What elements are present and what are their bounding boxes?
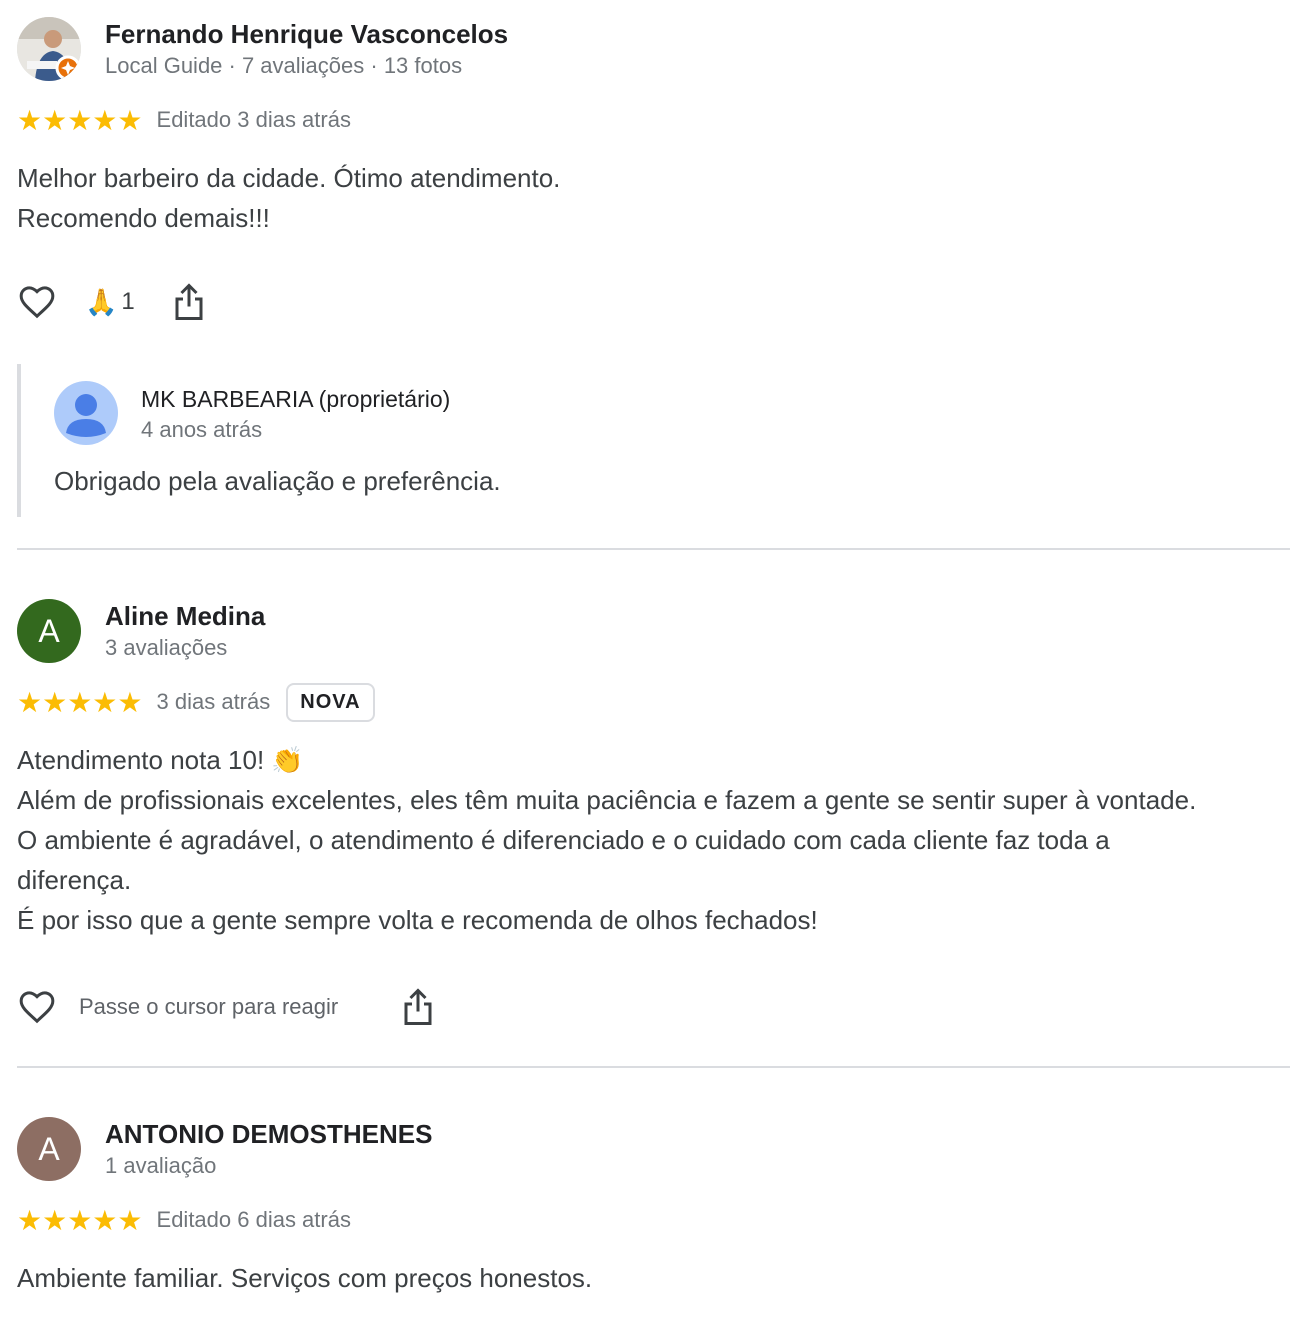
review-date: Editado 3 dias atrás <box>156 107 351 132</box>
review-date: 3 dias atrás <box>156 689 271 714</box>
review-actions: Passe o cursor para reagir <box>17 985 1290 1029</box>
pray-reaction-icon[interactable]: 🙏 <box>85 287 117 318</box>
avatar-letter: A <box>38 1130 60 1167</box>
reaction-count: 1 <box>121 288 135 315</box>
review-text: Melhor barbeiro da cidade. Ótimo atendim… <box>17 158 1290 238</box>
avatar[interactable]: A <box>17 1117 81 1181</box>
heart-icon[interactable] <box>17 987 57 1027</box>
review-text-line: Recomendo demais!!! <box>17 203 270 233</box>
reviewer-name[interactable]: Aline Medina <box>105 599 265 633</box>
review-header: A Aline Medina 3 avaliações <box>17 599 1290 665</box>
review-text-line: Melhor barbeiro da cidade. Ótimo atendim… <box>17 163 561 193</box>
rating-row: ★★★★★ 3 dias atrás NOVA <box>17 682 1290 722</box>
star-rating: ★★★★★ <box>17 104 143 136</box>
review-header: A ANTONIO DEMOSTHENES 1 avaliação <box>17 1117 1290 1183</box>
avatar[interactable] <box>17 17 81 81</box>
rating-row: ★★★★★ Editado 3 dias atrás <box>17 100 1290 140</box>
share-icon[interactable] <box>400 987 436 1027</box>
new-badge: NOVA <box>286 682 375 722</box>
review-text: Ambiente familiar. Serviços com preços h… <box>17 1258 1290 1298</box>
owner-reply: MK BARBEARIA (proprietário) 4 anos atrás… <box>17 364 1290 517</box>
review-text-line: É por isso que a gente sempre volta e re… <box>17 905 818 935</box>
share-icon[interactable] <box>171 282 207 322</box>
reviewer-name[interactable]: ANTONIO DEMOSTHENES <box>105 1117 432 1151</box>
reviewer-meta[interactable]: 3 avaliações <box>105 633 227 663</box>
person-icon <box>66 394 106 437</box>
review-text-line: Atendimento nota 10! 👏 <box>17 745 304 775</box>
owner-name: MK BARBEARIA (proprietário) <box>141 386 451 412</box>
review-actions: 🙏 1 <box>17 280 1290 324</box>
owner-reply-text: Obrigado pela avaliação e preferência. <box>54 466 501 496</box>
reviewer-meta[interactable]: 1 avaliação <box>105 1151 216 1181</box>
reviewer-meta[interactable]: Local Guide · 7 avaliações · 13 fotos <box>105 51 462 81</box>
review-card: Fernando Henrique Vasconcelos Local Guid… <box>17 17 1290 324</box>
divider <box>17 1066 1290 1068</box>
review-card: A Aline Medina 3 avaliações ★★★★★ 3 dias… <box>17 599 1290 1029</box>
owner-reply-date: 4 anos atrás <box>141 417 263 442</box>
rating-row: ★★★★★ Editado 6 dias atrás <box>17 1200 1290 1240</box>
review-text-line: O ambiente é agradável, o atendimento é … <box>17 825 1110 855</box>
review-text-line: diferença. <box>17 865 132 895</box>
divider <box>17 548 1290 550</box>
profile-photo-icon <box>17 17 81 81</box>
owner-avatar <box>54 381 118 445</box>
avatar[interactable]: A <box>17 599 81 663</box>
review-text: Atendimento nota 10! 👏 Além de profissio… <box>17 740 1290 940</box>
star-rating: ★★★★★ <box>17 686 143 718</box>
reviewer-name[interactable]: Fernando Henrique Vasconcelos <box>105 17 508 51</box>
review-text-line: Além de profissionais excelentes, eles t… <box>17 785 1197 815</box>
review-text-line: Ambiente familiar. Serviços com preços h… <box>17 1263 593 1293</box>
review-header: Fernando Henrique Vasconcelos Local Guid… <box>17 17 1290 83</box>
react-hint[interactable]: Passe o cursor para reagir <box>79 994 338 1020</box>
review-date: Editado 6 dias atrás <box>156 1207 351 1232</box>
star-rating: ★★★★★ <box>17 1204 143 1236</box>
heart-icon[interactable] <box>17 282 57 322</box>
review-card: A ANTONIO DEMOSTHENES 1 avaliação ★★★★★ … <box>17 1117 1290 1298</box>
avatar-letter: A <box>38 612 60 649</box>
